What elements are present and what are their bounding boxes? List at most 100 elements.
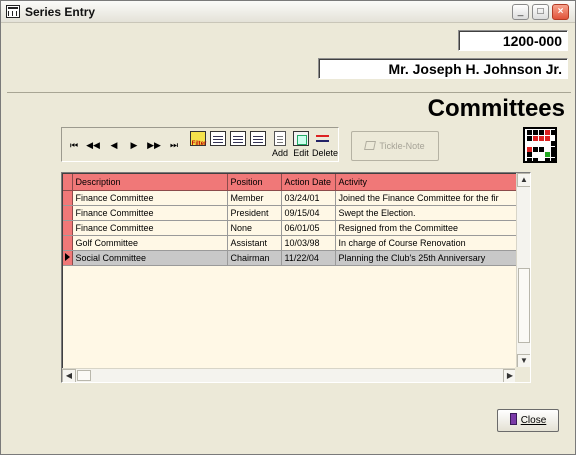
cell-description[interactable]: Finance Committee (72, 190, 228, 206)
barcode-cell (545, 130, 550, 135)
committees-table: Description Position Action Date Activit… (63, 174, 518, 266)
column-header-position[interactable]: Position (227, 174, 282, 191)
column-header-description[interactable]: Description (72, 174, 228, 191)
cell-position[interactable]: None (227, 220, 282, 236)
barcode-cell (527, 152, 532, 157)
horizontal-scroll-thumb[interactable] (77, 370, 91, 381)
header-panel: 1200-000 Mr. Joseph H. Johnson Jr. (7, 28, 571, 93)
cell-position[interactable]: Member (227, 190, 282, 206)
edit-icon (293, 131, 309, 146)
view-list-button[interactable] (207, 131, 229, 146)
tickle-note-button[interactable]: Tickle-Note (351, 131, 439, 161)
barcode-cell (545, 157, 550, 163)
prev-record-button[interactable]: ◀ (105, 136, 123, 154)
row-indicator[interactable] (63, 190, 73, 206)
column-header-activity[interactable]: Activity (335, 174, 518, 191)
app-grid-icon (6, 5, 20, 18)
record-toolbar: ⏮ ◀◀ ◀ ▶ ▶▶ ⏭ Filter Add Edit Delete (61, 127, 339, 162)
cell-activity[interactable]: Planning the Club's 25th Anniversary (335, 250, 518, 266)
barcode-cell (551, 157, 556, 163)
cell-activity[interactable]: Resigned from the Committee (335, 220, 518, 236)
close-window-button[interactable]: × (552, 4, 569, 20)
detail-view-icon (230, 131, 246, 146)
scroll-left-icon[interactable]: ◀ (62, 369, 76, 382)
tickle-note-label: Tickle-Note (379, 141, 425, 151)
member-name-field[interactable]: Mr. Joseph H. Johnson Jr. (318, 58, 568, 79)
member-id-field[interactable]: 1200-000 (458, 30, 568, 51)
delete-label: Delete (312, 148, 339, 158)
barcode-cell (551, 152, 556, 157)
committees-grid: Description Position Action Date Activit… (61, 172, 531, 383)
barcode-cell (533, 135, 538, 141)
cell-description[interactable]: Golf Committee (72, 235, 228, 251)
table-row[interactable]: Golf Committee Assistant 10/03/98 In cha… (63, 235, 518, 251)
series-entry-window: Series Entry _ □ × 1200-000 Mr. Joseph H… (0, 0, 576, 455)
cell-action-date[interactable]: 10/03/98 (281, 235, 336, 251)
add-button[interactable]: Add (269, 131, 291, 158)
cell-position[interactable]: President (227, 205, 282, 221)
next-record-button[interactable]: ▶ (125, 136, 143, 154)
cell-activity[interactable]: In charge of Course Renovation (335, 235, 518, 251)
horizontal-scrollbar[interactable]: ◀ ▶ (62, 368, 517, 382)
maximize-button[interactable]: □ (532, 4, 549, 20)
column-header-action-date[interactable]: Action Date (281, 174, 336, 191)
barcode-cell (551, 141, 556, 146)
barcode-cell (539, 130, 544, 135)
cell-position[interactable]: Chairman (227, 250, 282, 266)
table-row[interactable]: Finance Committee President 09/15/04 Swe… (63, 205, 518, 221)
filter-button[interactable]: Filter (187, 131, 209, 147)
cell-action-date[interactable]: 11/22/04 (281, 250, 336, 266)
barcode-cell (533, 157, 538, 163)
scroll-down-icon[interactable]: ▼ (517, 354, 530, 368)
last-record-button[interactable]: ⏭ (165, 136, 183, 154)
cell-description[interactable]: Finance Committee (72, 205, 228, 221)
barcode-cell (551, 146, 556, 152)
cell-action-date[interactable]: 06/01/05 (281, 220, 336, 236)
grid-body: Description Position Action Date Activit… (63, 174, 518, 368)
next-page-button[interactable]: ▶▶ (145, 136, 163, 154)
edit-label: Edit (293, 148, 309, 158)
view-form-button[interactable] (247, 131, 269, 146)
barcode-cell (551, 130, 556, 135)
window-title: Series Entry (25, 5, 96, 19)
new-document-icon (274, 131, 286, 146)
cell-activity[interactable]: Swept the Election. (335, 205, 518, 221)
vertical-scroll-thumb[interactable] (518, 268, 530, 343)
minimize-button[interactable]: _ (512, 4, 529, 20)
vertical-scrollbar[interactable]: ▲ ▼ (516, 173, 530, 368)
barcode-cell (527, 157, 532, 163)
prev-page-button[interactable]: ◀◀ (84, 136, 102, 154)
barcode-icon (523, 127, 557, 163)
cell-action-date[interactable]: 09/15/04 (281, 205, 336, 221)
barcode-cell (527, 135, 532, 141)
row-indicator[interactable] (63, 220, 73, 236)
row-indicator[interactable] (63, 235, 73, 251)
barcode-cell (533, 130, 538, 135)
edit-button[interactable]: Edit (290, 131, 312, 158)
add-label: Add (271, 148, 288, 158)
cell-position[interactable]: Assistant (227, 235, 282, 251)
first-record-button[interactable]: ⏮ (65, 136, 83, 154)
page-title: Committees (427, 95, 565, 122)
cell-description[interactable]: Social Committee (72, 250, 228, 266)
current-row-arrow-icon (65, 252, 70, 261)
barcode-cell (527, 146, 532, 152)
view-detail-button[interactable] (227, 131, 249, 146)
table-row-selected[interactable]: Social Committee Chairman 11/22/04 Plann… (63, 250, 518, 266)
close-button[interactable]: Close (497, 409, 559, 432)
row-indicator[interactable] (63, 250, 73, 266)
barcode-cell (539, 146, 544, 152)
cell-activity[interactable]: Joined the Finance Committee for the fir (335, 190, 518, 206)
barcode-cell (533, 146, 538, 152)
cell-description[interactable]: Finance Committee (72, 220, 228, 236)
delete-button[interactable]: Delete (312, 131, 339, 158)
cell-action-date[interactable]: 03/24/01 (281, 190, 336, 206)
exit-door-icon (509, 413, 517, 425)
scroll-up-icon[interactable]: ▲ (517, 173, 530, 187)
barcode-cell (527, 130, 532, 135)
table-row[interactable]: Finance Committee None 06/01/05 Resigned… (63, 220, 518, 236)
row-indicator[interactable] (63, 205, 73, 221)
close-label: Close (520, 415, 547, 426)
title-bar[interactable]: Series Entry _ □ × (1, 1, 575, 23)
table-row[interactable]: Finance Committee Member 03/24/01 Joined… (63, 190, 518, 206)
